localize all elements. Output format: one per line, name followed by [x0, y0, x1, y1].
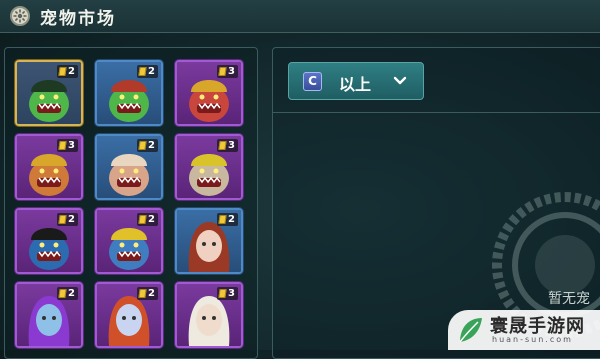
pet-count: 2: [148, 288, 155, 299]
pet-count-badge: 3: [217, 139, 238, 152]
pet-count: 2: [68, 214, 75, 225]
pet-slot[interactable]: 3: [175, 134, 243, 200]
card-icon: [218, 67, 227, 76]
card-icon: [138, 289, 147, 298]
pet-slot[interactable]: 2: [15, 208, 83, 274]
pet-count-badge: 2: [217, 213, 238, 226]
divider: [272, 112, 600, 113]
pet-count: 3: [228, 288, 235, 299]
pet-slot[interactable]: 3: [175, 282, 243, 348]
card-icon: [58, 215, 67, 224]
card-icon: [138, 141, 147, 150]
pet-count-badge: 2: [137, 213, 158, 226]
pet-slot[interactable]: 3: [175, 60, 243, 126]
pet-count: 2: [228, 214, 235, 225]
pet-count: 2: [148, 66, 155, 77]
pet-count: 2: [68, 66, 75, 77]
pet-count: 3: [68, 140, 75, 151]
pet-count: 3: [228, 140, 235, 151]
pet-slot[interactable]: 2: [95, 208, 163, 274]
card-icon: [58, 67, 67, 76]
card-icon: [138, 67, 147, 76]
pet-slot[interactable]: 2: [175, 208, 243, 274]
card-icon: [58, 289, 67, 298]
pet-count: 3: [228, 66, 235, 77]
card-icon: [58, 141, 67, 150]
pet-list-panel: 2 2 3 3 2 3 2 2 2 2 2 3: [4, 47, 258, 359]
pet-count: 2: [68, 288, 75, 299]
card-icon: [218, 215, 227, 224]
empty-listing-text: 暂无宠: [548, 291, 590, 307]
leaf-logo-icon: [459, 318, 482, 343]
pet-count: 2: [148, 140, 155, 151]
pet-count-badge: 2: [57, 287, 78, 300]
pet-slot[interactable]: 2: [95, 60, 163, 126]
pet-slot[interactable]: 3: [15, 134, 83, 200]
title-bar: 宠物市场: [0, 0, 600, 33]
pet-count-badge: 2: [57, 65, 78, 78]
pet-count-badge: 2: [137, 65, 158, 78]
card-icon: [138, 215, 147, 224]
grade-badge: C: [303, 72, 322, 91]
pet-slot[interactable]: 2: [95, 134, 163, 200]
pet-market-icon: [10, 6, 30, 26]
pet-slot[interactable]: 2: [15, 282, 83, 348]
site-watermark: 寰晟手游网 huan-sun.com: [448, 310, 600, 350]
pet-count-badge: 2: [137, 139, 158, 152]
grade-filter-button[interactable]: C 以上: [288, 62, 424, 100]
pet-slot[interactable]: 2: [95, 282, 163, 348]
pet-slot[interactable]: 2: [15, 60, 83, 126]
pet-count-badge: 3: [217, 65, 238, 78]
pet-count-badge: 3: [217, 287, 238, 300]
watermark-url: huan-sun.com: [492, 335, 573, 344]
pet-count-badge: 3: [57, 139, 78, 152]
grade-filter-label: 以上: [339, 75, 372, 94]
pet-count-badge: 2: [57, 213, 78, 226]
chevron-down-icon: [393, 76, 407, 85]
card-icon: [218, 141, 227, 150]
pet-count: 2: [148, 214, 155, 225]
card-icon: [218, 289, 227, 298]
pet-count-badge: 2: [137, 287, 158, 300]
page-title: 宠物市场: [40, 9, 116, 29]
